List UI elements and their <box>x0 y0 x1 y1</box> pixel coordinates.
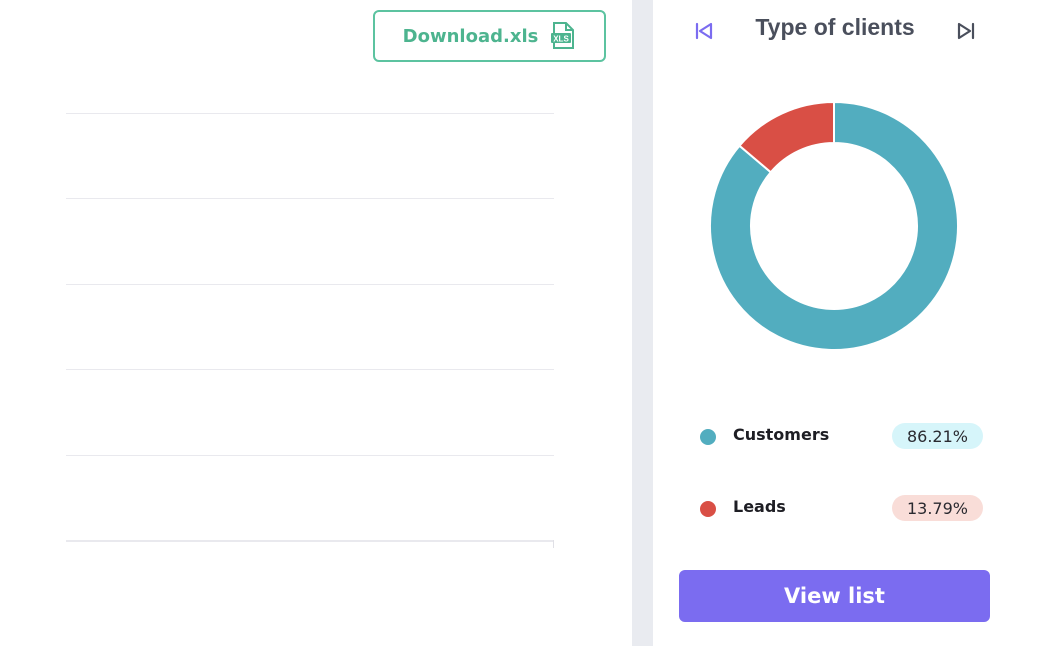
grid-baseline <box>66 540 554 542</box>
donut-chart <box>709 101 959 351</box>
grid-line <box>66 198 554 199</box>
view-list-button[interactable]: View list <box>679 570 990 622</box>
legend-item-customers: Customers 86.21% <box>653 421 1038 451</box>
percentage-badge: 13.79% <box>892 495 983 521</box>
grid-line <box>66 455 554 456</box>
percentage-badge: 86.21% <box>892 423 983 449</box>
clients-panel: Type of clients Customers 86.21% Leads 1… <box>653 0 1038 658</box>
skip-next-icon[interactable] <box>951 16 981 46</box>
grid-line <box>66 113 554 114</box>
panel-divider <box>632 0 653 646</box>
legend-label: Leads <box>733 497 786 516</box>
download-label: Download.xls <box>402 25 539 47</box>
grid-line <box>66 369 554 370</box>
grid-line <box>66 284 554 285</box>
legend-label: Customers <box>733 425 830 444</box>
legend-dot <box>700 429 716 445</box>
legend-dot <box>700 501 716 517</box>
xls-icon-text: XLS <box>554 35 570 44</box>
skip-previous-icon[interactable] <box>689 16 719 46</box>
xls-file-icon: XLS <box>550 22 576 50</box>
left-panel: Download.xls XLS <box>0 0 632 658</box>
legend-item-leads: Leads 13.79% <box>653 493 1038 523</box>
panel-title: Type of clients <box>755 14 915 40</box>
grid-tick <box>553 540 554 548</box>
download-xls-button[interactable]: Download.xls XLS <box>373 10 606 62</box>
